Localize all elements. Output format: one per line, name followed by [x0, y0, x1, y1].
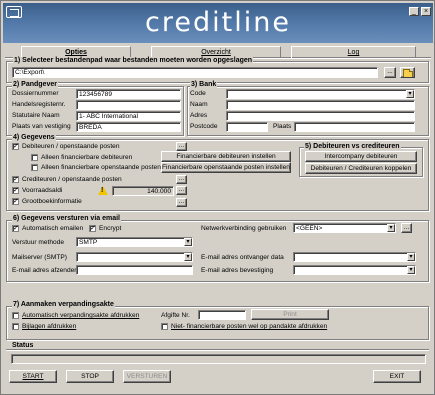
mailserver-label: Mailserver (SMTP): [12, 254, 67, 261]
netwerk-label: Netwerkverbinding gebruiken: [201, 225, 287, 232]
dossiernummer-label: Dossiernummer: [12, 90, 59, 97]
grootboek-label: Grootboekinformatie: [22, 198, 82, 205]
debiteuren-more-button[interactable]: ...: [176, 142, 187, 151]
status-title: Status: [11, 342, 35, 349]
bank-naam-field[interactable]: [226, 100, 415, 110]
statutaire-naam-field[interactable]: 1- ABC International: [76, 111, 181, 121]
start-button[interactable]: START: [9, 370, 57, 383]
dossiernummer-field[interactable]: 123456789: [76, 89, 181, 99]
status-divider: [6, 349, 429, 350]
bijlagen-label: Bijlagen afdrukken: [22, 323, 77, 330]
bank-naam-label: Naam: [190, 101, 208, 108]
app-banner: creditline _ ×: [3, 3, 433, 43]
section-bank-title: 3) Bank: [190, 81, 218, 88]
section-deb-vs-cred-title: 5) Debiteuren vs crediteuren: [304, 143, 401, 150]
statutaire-naam-label: Statutaire Naam: [12, 112, 60, 119]
chevron-down-icon[interactable]: ▾: [184, 253, 192, 261]
voorraad-label: Voorraadsaldi: [22, 187, 63, 194]
bevestiging-select[interactable]: [293, 265, 416, 275]
chevron-down-icon[interactable]: ▾: [407, 253, 415, 261]
automatisch-emailen-label: Automatisch emailen: [22, 225, 84, 232]
bijlagen-checkbox[interactable]: [12, 323, 19, 330]
plaats-vestiging-label: Plaats van vestiging: [12, 123, 71, 130]
bank-plaats-label: Plaats: [273, 123, 292, 130]
section-path-title: 1) Selecteer bestandenpad waar bestanden…: [13, 57, 254, 64]
fin-op-instellen-button[interactable]: Financierbare openstaande posten instell…: [161, 162, 291, 173]
tab-log[interactable]: Log: [291, 46, 416, 58]
bank-adres-field[interactable]: [226, 111, 415, 121]
bevestiging-label: E-mail adres bevestiging: [201, 267, 274, 274]
afgifte-field[interactable]: [198, 310, 246, 320]
ontvanger-select[interactable]: [293, 252, 416, 262]
grootboek-more-button[interactable]: ...: [176, 198, 187, 207]
netwerk-select[interactable]: <GEEN>: [293, 223, 396, 233]
section-email-title: 6) Gegevens versturen via email: [12, 215, 121, 222]
section-pandgever-title: 2) Pandgever: [12, 81, 58, 88]
section-verpandingsakte-title: 7) Aanmaken verpandingsakte: [12, 301, 115, 308]
close-icon[interactable]: ×: [421, 7, 431, 16]
bank-plaats-field[interactable]: [294, 122, 415, 132]
plaats-vestiging-field[interactable]: BREDA: [76, 122, 181, 132]
chevron-down-icon[interactable]: ▾: [407, 266, 415, 274]
versturen-button[interactable]: VERSTUREN: [123, 370, 171, 383]
afzender-label: E-mail adres afzender: [12, 267, 77, 274]
alleen-fin-deb-label: Alleen financierbare debiteuren: [41, 154, 133, 161]
verstuur-methode-label: Verstuur methode: [12, 239, 65, 246]
open-folder-button[interactable]: [400, 67, 415, 78]
niet-fin-checkbox[interactable]: [161, 323, 168, 330]
automatisch-verpandingsakte-checkbox[interactable]: [12, 312, 19, 319]
handelsregister-label: Handelsregisternr.: [12, 101, 66, 108]
print-button[interactable]: Print: [251, 309, 329, 320]
niet-fin-label: Niet- financierbare posten wel op pandak…: [171, 323, 328, 330]
grootboek-checkbox[interactable]: ✓: [12, 198, 19, 205]
voorraad-value-field: 140.000: [112, 186, 174, 196]
alleen-fin-op-label: Alleen financierbare openstaande posten: [41, 164, 161, 171]
minimize-icon[interactable]: _: [409, 7, 419, 16]
crediteuren-checkbox[interactable]: ✓: [12, 176, 19, 183]
fin-deb-instellen-button[interactable]: Financierbare debiteuren instellen: [161, 151, 291, 162]
exit-button[interactable]: EXIT: [373, 370, 421, 383]
warning-icon-mark: !: [101, 187, 104, 194]
netwerk-more-button[interactable]: ...: [401, 223, 412, 233]
crediteuren-label: Crediteuren / openstaande posten: [22, 176, 122, 183]
bank-code-label: Code: [190, 90, 206, 97]
automatisch-verpandingsakte-label: Automatisch verpandingsakte afdrukken: [22, 312, 140, 319]
alleen-fin-deb-checkbox[interactable]: [31, 154, 38, 161]
bank-postcode-label: Postcode: [190, 123, 218, 130]
afgifte-label: Afgifte Nr.: [161, 312, 190, 319]
alleen-fin-op-checkbox[interactable]: [31, 164, 38, 171]
encrypt-label: Encrypt: [99, 225, 122, 232]
debiteuren-checkbox[interactable]: ✓: [12, 143, 19, 150]
chevron-down-icon[interactable]: ▾: [406, 90, 414, 98]
ontvanger-label: E-mail adres ontvanger data: [201, 254, 284, 261]
path-browse-button[interactable]: ...: [384, 67, 396, 78]
stop-button[interactable]: STOP: [66, 370, 114, 383]
folder-icon: [403, 69, 413, 77]
status-bar: [11, 354, 426, 364]
section-gegevens-title: 4) Gegevens: [12, 134, 56, 141]
crediteuren-more-button[interactable]: ...: [176, 175, 187, 184]
chevron-down-icon[interactable]: ▾: [387, 224, 395, 232]
koppelen-button[interactable]: Debiteuren / Crediteuren koppelen: [305, 163, 417, 174]
bank-postcode-field[interactable]: [226, 122, 268, 132]
encrypt-checkbox[interactable]: ✓: [89, 225, 96, 232]
debiteuren-label: Debiteuren / openstaande posten: [22, 143, 120, 150]
voorraad-more-button[interactable]: ...: [176, 186, 187, 195]
afzender-field[interactable]: [76, 265, 193, 275]
handelsregister-field[interactable]: [76, 100, 181, 110]
automatisch-emailen-checkbox[interactable]: ✓: [12, 225, 19, 232]
bank-code-select[interactable]: [226, 89, 415, 99]
mailserver-select[interactable]: [76, 252, 193, 262]
chevron-down-icon[interactable]: ▾: [184, 238, 192, 246]
main-window: creditline _ × Opties Overzicht Log 1) S…: [0, 0, 435, 395]
app-title: creditline: [145, 7, 291, 38]
path-input[interactable]: C:\Export\: [12, 67, 378, 78]
verstuur-methode-select[interactable]: SMTP: [76, 237, 193, 247]
bank-adres-label: Adres: [190, 112, 208, 119]
intercompany-button[interactable]: Intercompany debiteuren: [305, 151, 417, 162]
voorraad-checkbox[interactable]: ✓: [12, 187, 19, 194]
